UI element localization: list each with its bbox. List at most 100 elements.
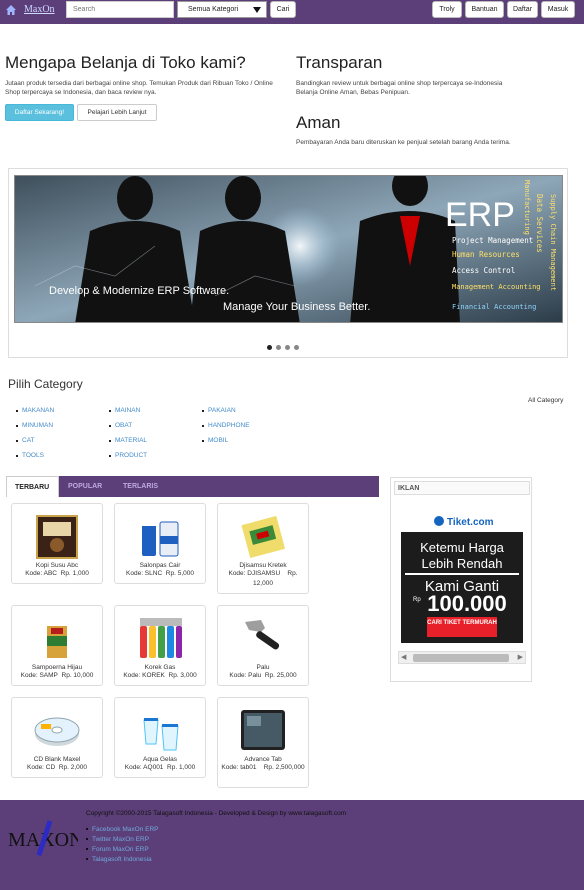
banner-module-2: Human Resources [452,250,520,259]
search-button[interactable]: Cari [270,1,296,18]
product-code: Kode: tab01 [221,764,257,771]
category-select-value: Semua Kategori [188,6,239,13]
help-button[interactable]: Bantuan [465,1,504,18]
banner-erp-text: ERP [445,196,515,234]
product-card[interactable]: Djisamsu Kretek Kode: DJISAMSU Rp. 12,00… [217,503,309,594]
product-card[interactable]: Aqua Gelas Kode: AQ001 Rp. 1,000 [114,697,206,778]
product-price: Rp. 5,000 [165,570,194,577]
banner-tagline-2: Manage Your Business Better. [223,301,370,313]
product-card[interactable]: Advance Tab Kode: tab01 Rp. 2,500,000 [217,697,309,788]
product-price: Rp. 1,000 [60,570,89,577]
category-link-obat[interactable]: OBAT [109,418,147,433]
cigarette-pack-icon [239,512,287,560]
register-button[interactable]: Daftar [507,1,538,18]
ad-scrollbar[interactable]: ◀ ▶ [398,651,526,664]
login-button[interactable]: Masuk [541,1,575,18]
banner-vertical-2: Data Services [535,194,544,253]
product-code: Kode: AQ001 [124,764,164,771]
footer-link-facebook[interactable]: Facebook MaxOn ERP [86,824,158,834]
ad-cta-button[interactable]: CARI TIKET TERMURAH [427,618,497,627]
footer-link-talagasoft[interactable]: Talagasoft Indonesia [86,854,158,864]
cart-button[interactable]: Troly [432,1,462,18]
product-tabs: TERBARU POPULAR TERLARIS [6,476,379,497]
feature-title-transparan: Transparan [296,53,383,72]
product-code: Kode: Palu [229,672,262,679]
product-name: CD Blank Maxel [33,756,81,763]
banner-module-4: Management Accounting [452,283,541,291]
category-select[interactable]: Semua Kategori [177,1,267,18]
product-meta: Kode: ABC Rp. 1,000 [12,569,102,579]
product-name: Kopi Susu Abc [35,562,79,569]
category-link-material[interactable]: MATERIAL [109,433,147,448]
carousel-dot-4[interactable] [294,345,299,350]
category-link-makanan[interactable]: MAKANAN [16,403,54,418]
register-now-button[interactable]: Daftar Sekarang! [5,104,74,121]
erp-banner-image[interactable]: ERP Project Management Human Resources A… [14,175,563,323]
banner-module-3: Access Control [452,266,515,275]
tiket-ad-banner[interactable]: Tiket.com Ketemu Harga Lebih Rendah Kami… [401,510,523,643]
product-meta: Kode: CD Rp. 2,000 [12,763,102,773]
search-input[interactable] [66,1,174,18]
category-link-minuman[interactable]: MINUMAN [16,418,54,433]
hammer-icon [239,614,287,662]
product-name: Salonpas Cair [139,562,181,569]
cigarette-pack-icon [33,614,81,662]
footer-link-forum[interactable]: Forum MaxOn ERP [86,844,158,854]
product-meta: Kode: tab01 Rp. 2,500,000 [218,763,308,773]
carousel-dot-3[interactable] [285,345,290,350]
product-card[interactable]: Sampoerna Hijau Kode: SAMP Rp. 10,000 [11,605,103,686]
category-link-product[interactable]: PRODUCT [109,448,147,463]
copyright-text: Copyright ©2000-2015 Talagasoft Indonesi… [86,810,347,817]
tab-terlaris[interactable]: TERLARIS [123,476,158,497]
category-link-handphone[interactable]: HANDPHONE [202,418,250,433]
ad-currency: Rp [413,597,421,603]
product-name: Korek Gas [144,664,176,671]
ad-line-1: Ketemu Harga [420,540,505,555]
learn-more-button[interactable]: Pelajari Lebih Lanjut [77,104,157,121]
category-title: Pilih Category [8,377,83,391]
product-name: Djisamsu Kretek [239,562,287,569]
carousel-dot-1[interactable] [267,345,272,350]
carousel-dot-2[interactable] [276,345,281,350]
product-price: Rp. 10,000 [61,672,94,679]
scrollbar-thumb[interactable] [413,654,509,662]
category-column-3: PAKAIAN HANDPHONE MOBIL [202,403,250,448]
product-card[interactable]: Palu Kode: Palu Rp. 25,000 [217,605,309,686]
product-name: Advance Tab [244,756,282,763]
tab-terbaru[interactable]: TERBARU [6,476,59,497]
product-card[interactable]: Salonpas Cair Kode: SLNC Rp. 5,000 [114,503,206,584]
home-icon[interactable] [5,4,17,16]
scroll-left-icon[interactable]: ◀ [401,653,406,661]
banner-carousel[interactable]: ERP Project Management Human Resources A… [8,168,568,358]
category-link-pakaian[interactable]: PAKAIAN [202,403,250,418]
product-code: Kode: SLNC [126,570,163,577]
footer-link-twitter[interactable]: Twitter MaxOn ERP [86,834,158,844]
banner-vertical-1: Manufacturing [523,180,531,235]
product-name: Sampoerna Hijau [31,664,83,671]
salonpas-icon [136,512,184,560]
brand-link[interactable]: MaxOn [24,4,55,15]
water-cup-icon [136,706,184,754]
maxon-logo: MAXON [8,818,84,858]
product-price: Rp. 1,000 [167,764,196,771]
product-card[interactable]: CD Blank Maxel Kode: CD Rp. 2,000 [11,697,103,778]
tab-popular[interactable]: POPULAR [68,476,102,497]
product-meta: Kode: Palu Rp. 25,000 [218,671,308,681]
scroll-right-icon[interactable]: ▶ [518,653,523,661]
product-name: Aqua Gelas [143,756,177,763]
product-price: Rp. 3,000 [168,672,197,679]
product-meta: Kode: DJISAMSU Rp. 12,000 [218,569,308,589]
banner-tagline-1: Develop & Modernize ERP Software. [49,285,229,297]
product-card[interactable]: Korek Gas Kode: KOREK Rp. 3,000 [114,605,206,686]
footer-links: Facebook MaxOn ERP Twitter MaxOn ERP For… [86,824,158,864]
top-navbar: MaxOn Semua Kategori Cari Troly Bantuan … [0,0,584,24]
category-link-mainan[interactable]: MAINAN [109,403,147,418]
product-price: Rp. 2,500,000 [263,764,305,771]
product-price: Rp. 2,000 [58,764,87,771]
category-link-mobil[interactable]: MOBIL [202,433,250,448]
product-card[interactable]: Kopi Susu Abc Kode: ABC Rp. 1,000 [11,503,103,584]
category-link-cat[interactable]: CAT [16,433,54,448]
category-link-tools[interactable]: TOOLS [16,448,54,463]
all-category-link[interactable]: All Category [528,397,563,404]
product-code: Kode: DJISAMSU [228,570,281,577]
